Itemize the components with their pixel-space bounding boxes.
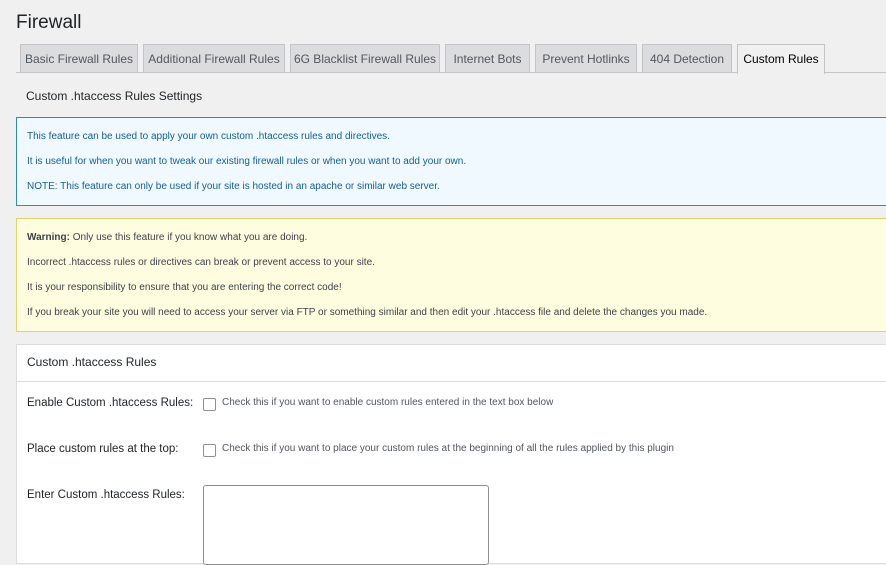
panel-title: Custom .htaccess Rules: [27, 355, 157, 369]
tab-prevent-hotlinks[interactable]: Prevent Hotlinks: [535, 44, 637, 72]
warning-line-4: If you break your site you will need to …: [27, 307, 708, 318]
warning-label: Warning:: [27, 232, 70, 243]
tab-custom-rules[interactable]: Custom Rules: [737, 44, 825, 74]
warning-line-2: Incorrect .htaccess rules or directives …: [27, 257, 375, 268]
tab-internet-bots[interactable]: Internet Bots: [445, 44, 530, 72]
info-line-3: NOTE: This feature can only be used if y…: [27, 181, 440, 192]
page-title: Firewall: [16, 12, 82, 33]
enable-custom-rules-label: Enable Custom .htaccess Rules:: [27, 397, 194, 409]
panel-divider: [17, 381, 886, 382]
section-subtitle: Custom .htaccess Rules Settings: [26, 89, 203, 103]
tab-bar: Basic Firewall Rules Additional Firewall…: [20, 44, 886, 74]
place-rules-top-checkbox[interactable]: [203, 444, 216, 457]
custom-rules-input-label: Enter Custom .htaccess Rules:: [27, 489, 185, 501]
warning-line-1: Warning: Only use this feature if you kn…: [27, 232, 307, 243]
tab-6g-blacklist-firewall-rules[interactable]: 6G Blacklist Firewall Rules: [290, 44, 440, 72]
tab-404-detection[interactable]: 404 Detection: [642, 44, 732, 72]
info-box: This feature can be used to apply your o…: [16, 117, 886, 206]
info-line-2: It is useful for when you want to tweak …: [27, 156, 467, 167]
tab-basic-firewall-rules[interactable]: Basic Firewall Rules: [20, 44, 138, 72]
warning-line-1-text: Only use this feature if you know what y…: [69, 232, 308, 243]
enable-custom-rules-description: Check this if you want to enable custom …: [222, 397, 554, 408]
custom-rules-textarea[interactable]: [203, 485, 489, 565]
warning-box: Warning: Only use this feature if you kn…: [16, 218, 886, 332]
place-rules-top-description: Check this if you want to place your cus…: [222, 443, 674, 454]
tab-additional-firewall-rules[interactable]: Additional Firewall Rules: [143, 44, 285, 72]
info-line-1: This feature can be used to apply your o…: [27, 131, 390, 142]
place-rules-top-label: Place custom rules at the top:: [27, 443, 179, 455]
custom-rules-panel: Custom .htaccess Rules Enable Custom .ht…: [16, 344, 886, 565]
enable-custom-rules-checkbox[interactable]: [203, 398, 216, 411]
warning-line-3: It is your responsibility to ensure that…: [27, 282, 342, 293]
